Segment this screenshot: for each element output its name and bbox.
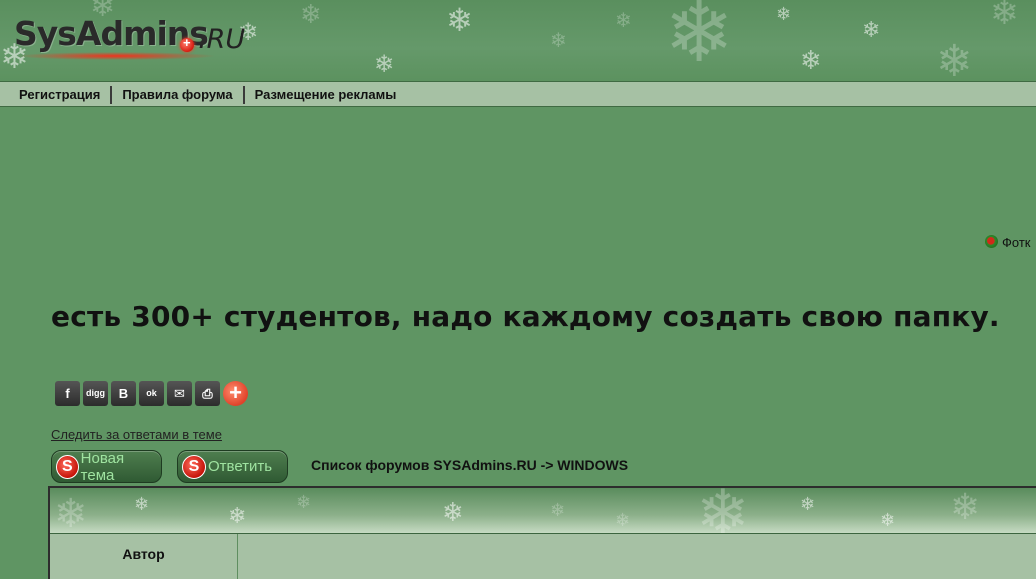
snowflake-icon: ❄ bbox=[696, 488, 750, 534]
logo-suffix: .RU bbox=[198, 24, 246, 55]
author-column-header: Автор bbox=[50, 534, 238, 579]
photo-link[interactable]: Фотк bbox=[985, 235, 1030, 250]
table-header-banner: ❄ ❄ ❄ ❄ ❄ ❄ ❄ ❄ ❄ ❄ ❄ bbox=[50, 488, 1036, 534]
digg-icon[interactable]: digg bbox=[83, 381, 108, 406]
header-banner: ❄ ❄ ❄ ❄ ❄ ❄ ❄ ❄ ❄ ❄ ❄ ❄ ❄ ❄ SysAdmins .R… bbox=[0, 0, 1036, 81]
nav-item-advertising[interactable]: Размещение рекламы bbox=[245, 84, 407, 104]
snowflake-icon: ❄ bbox=[664, 0, 735, 81]
snowflake-icon: ❄ bbox=[800, 46, 822, 76]
snowflake-icon: ❄ bbox=[446, 1, 473, 39]
snowflake-icon: ❄ bbox=[800, 494, 816, 515]
snowflake-icon: ❄ bbox=[296, 492, 312, 513]
snowflake-icon: ❄ bbox=[550, 28, 567, 52]
snowflake-icon: ❄ bbox=[936, 36, 973, 82]
reply-button[interactable]: S Ответить bbox=[177, 450, 288, 483]
snowflake-icon: ❄ bbox=[990, 0, 1019, 33]
email-icon[interactable]: ✉ bbox=[167, 381, 192, 406]
snowflake-icon: ❄ bbox=[776, 4, 792, 25]
share-bar: f digg B ok ✉ ⎙ + bbox=[55, 381, 248, 406]
nav-item-registration[interactable]: Регистрация bbox=[0, 84, 110, 104]
photo-link-label: Фотк bbox=[1002, 235, 1031, 250]
table-header-row: Автор bbox=[50, 534, 1036, 579]
topic-table: ❄ ❄ ❄ ❄ ❄ ❄ ❄ ❄ ❄ ❄ ❄ Автор bbox=[48, 486, 1036, 579]
logo-plus-icon bbox=[180, 35, 194, 52]
new-topic-button[interactable]: S Новая тема bbox=[51, 449, 162, 484]
s-logo-icon: S bbox=[182, 454, 206, 479]
snowflake-icon: ❄ bbox=[300, 0, 322, 30]
odnoklassniki-icon[interactable]: ok bbox=[139, 381, 164, 406]
new-topic-label: Новая тема bbox=[80, 449, 125, 484]
snowflake-icon: ❄ bbox=[862, 18, 881, 43]
more-share-icon[interactable]: + bbox=[223, 381, 248, 406]
topic-title: есть 300+ студентов, надо каждому создат… bbox=[51, 300, 1000, 333]
snowflake-icon: ❄ bbox=[442, 498, 464, 528]
snowflake-icon: ❄ bbox=[228, 504, 247, 529]
vkontakte-icon[interactable]: B bbox=[111, 381, 136, 406]
s-logo-icon: S bbox=[56, 454, 79, 479]
snowflake-icon: ❄ bbox=[54, 491, 88, 534]
reply-label: Ответить bbox=[208, 458, 273, 475]
nav-item-forum-rules[interactable]: Правила форума bbox=[112, 84, 242, 104]
follow-topic-link[interactable]: Следить за ответами в теме bbox=[51, 427, 222, 442]
bullet-icon bbox=[985, 235, 998, 248]
snowflake-icon: ❄ bbox=[615, 510, 631, 531]
snowflake-icon: ❄ bbox=[615, 8, 632, 32]
logo-text: SysAdmins bbox=[14, 14, 209, 53]
snowflake-icon: ❄ bbox=[374, 50, 395, 78]
print-icon[interactable]: ⎙ bbox=[195, 381, 220, 406]
snowflake-icon: ❄ bbox=[134, 494, 150, 515]
logo-glow bbox=[16, 52, 216, 60]
snowflake-icon: ❄ bbox=[880, 510, 896, 531]
snowflake-icon: ❄ bbox=[550, 500, 566, 521]
top-navbar: Регистрация Правила форума Размещение ре… bbox=[0, 81, 1036, 107]
breadcrumb[interactable]: Список форумов SYSAdmins.RU -> WINDOWS bbox=[311, 457, 628, 473]
facebook-icon[interactable]: f bbox=[55, 381, 80, 406]
snowflake-icon: ❄ bbox=[950, 488, 981, 528]
